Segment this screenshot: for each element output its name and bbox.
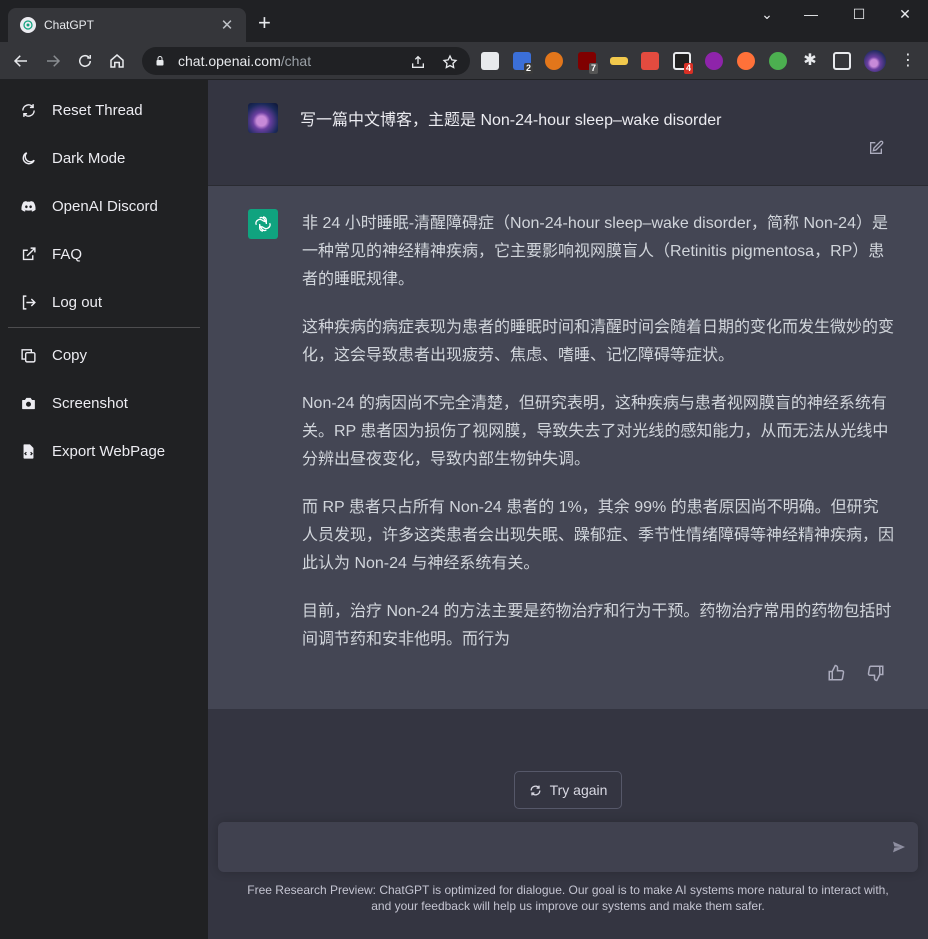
minimize-icon[interactable]: —	[796, 6, 826, 22]
footer-line: Free Research Preview: ChatGPT is optimi…	[247, 883, 889, 897]
footer-line: and your feedback will help us improve o…	[371, 899, 765, 913]
sidebar-item-dark-mode[interactable]: Dark Mode	[8, 138, 200, 178]
footer-disclaimer: Free Research Preview: ChatGPT is optimi…	[208, 882, 928, 914]
try-again-button[interactable]: Try again	[514, 771, 622, 809]
sidebar-item-label: FAQ	[52, 245, 83, 263]
assistant-message-text: 非 24 小时睡眠-清醒障碍症（Non-24-hour sleep–wake d…	[302, 210, 894, 674]
reload-icon[interactable]	[72, 48, 98, 74]
home-icon[interactable]	[104, 48, 130, 74]
maximize-icon[interactable]: ☐	[844, 6, 874, 23]
profile-avatar[interactable]	[864, 50, 886, 72]
user-message-text: 写一篇中文博客，主题是 Non-24-hour sleep–wake disor…	[300, 112, 722, 129]
logout-icon	[22, 294, 36, 310]
extension-pen-icon[interactable]	[610, 57, 628, 65]
url-host: chat.openai.com	[178, 53, 281, 69]
share-icon[interactable]	[410, 54, 426, 70]
try-again-label: Try again	[549, 782, 608, 798]
sidebar-item-export-webpage[interactable]: Export WebPage	[8, 431, 200, 471]
sidebar-item-log-out[interactable]: Log out	[8, 282, 200, 322]
assistant-paragraph: Non-24 的病因尚不完全清楚，但研究表明，这种疾病与患者视网膜盲的神经系统有…	[302, 395, 889, 468]
extension-badge: 7	[589, 63, 599, 74]
sidebar-item-reset-thread[interactable]: Reset Thread	[8, 90, 200, 130]
message-composer	[218, 822, 918, 872]
camera-icon	[22, 397, 35, 409]
sidebar-item-label: OpenAI Discord	[52, 197, 158, 215]
discord-icon	[21, 200, 36, 212]
openai-logo-icon	[255, 216, 271, 232]
sidebar-item-faq[interactable]: FAQ	[8, 234, 200, 274]
extension-notes-icon[interactable]	[641, 52, 659, 70]
thumbs-up-icon[interactable]	[827, 664, 845, 682]
external-link-icon	[22, 246, 36, 260]
sidebar-item-label: Screenshot	[52, 394, 128, 412]
new-tab-icon[interactable]: +	[258, 12, 271, 34]
browser-tab[interactable]: ChatGPT ✕	[8, 8, 246, 42]
sidebar-item-label: Log out	[52, 293, 103, 311]
extension-badge: 2	[524, 63, 534, 74]
sidebar-item-copy[interactable]: Copy	[8, 335, 200, 375]
lock-icon	[156, 56, 164, 66]
extensions-puzzle-icon[interactable]: ✱	[801, 52, 819, 70]
assistant-paragraph: 非 24 小时睡眠-清醒障碍症（Non-24-hour sleep–wake d…	[302, 215, 888, 288]
assistant-message-row: 非 24 小时睡眠-清醒障碍症（Non-24-hour sleep–wake d…	[208, 186, 928, 709]
tab-close-icon[interactable]: ✕	[218, 16, 236, 34]
sidebar-item-label: Export WebPage	[52, 442, 166, 460]
thumbs-down-icon[interactable]	[867, 664, 885, 682]
extension-arrow-icon[interactable]	[481, 52, 499, 70]
window-close-icon[interactable]: ✕	[890, 6, 920, 23]
sidebar: Reset Thread Dark Mode OpenAI Discord FA…	[0, 80, 208, 939]
sidebar-item-openai-discord[interactable]: OpenAI Discord	[8, 186, 200, 226]
refresh-icon	[530, 785, 541, 795]
back-icon[interactable]	[8, 48, 34, 74]
extension-firefox-icon[interactable]	[737, 52, 755, 70]
refresh-icon	[22, 103, 35, 117]
assistant-paragraph: 这种疾病的病症表现为患者的睡眠时间和清醒时间会随着日期的变化而发生微妙的变化，这…	[302, 319, 895, 364]
sidebar-item-label: Reset Thread	[52, 101, 143, 119]
copy-icon	[21, 348, 36, 363]
assistant-paragraph: 目前，治疗 Non-24 的方法主要是药物治疗和行为干预。药物治疗常用的药物包括…	[302, 603, 892, 648]
assistant-paragraph: 而 RP 患者只占所有 Non-24 患者的 1%，其余 99% 的患者原因尚不…	[302, 499, 895, 572]
user-avatar	[248, 103, 278, 133]
edit-icon[interactable]	[868, 140, 884, 156]
chatgpt-favicon-icon	[20, 17, 36, 33]
assistant-avatar	[248, 209, 278, 239]
forward-icon[interactable]	[40, 48, 66, 74]
chevron-down-icon[interactable]: ⌄	[752, 6, 782, 23]
browser-tab-bar: ChatGPT ✕ + ⌄ — ☐ ✕	[0, 0, 928, 42]
side-panel-icon[interactable]	[833, 52, 851, 70]
sidebar-item-label: Dark Mode	[52, 149, 126, 167]
tab-title: ChatGPT	[44, 18, 95, 32]
extension-globe-icon[interactable]	[769, 52, 787, 70]
user-message-row: 写一篇中文博客，主题是 Non-24-hour sleep–wake disor…	[208, 80, 928, 186]
address-bar[interactable]: chat.openai.com /chat	[142, 47, 470, 75]
send-icon[interactable]	[891, 839, 907, 855]
moon-icon	[22, 151, 35, 164]
browser-toolbar: chat.openai.com /chat 2 7 4 ✱ ⋮	[0, 42, 928, 80]
file-export-icon	[23, 443, 34, 459]
extension-badge: 4	[684, 63, 694, 74]
more-menu-icon[interactable]: ⋮	[899, 52, 917, 70]
extension-metamask-icon[interactable]	[545, 52, 563, 70]
sidebar-divider	[8, 327, 200, 328]
bookmark-star-icon[interactable]	[442, 54, 458, 70]
message-input[interactable]	[234, 836, 874, 858]
url-path: /chat	[280, 53, 312, 69]
sidebar-item-label: Copy	[52, 346, 88, 364]
conversation-panel: 写一篇中文博客，主题是 Non-24-hour sleep–wake disor…	[208, 80, 928, 939]
sidebar-item-screenshot[interactable]: Screenshot	[8, 383, 200, 423]
extension-purple-icon[interactable]	[705, 52, 723, 70]
